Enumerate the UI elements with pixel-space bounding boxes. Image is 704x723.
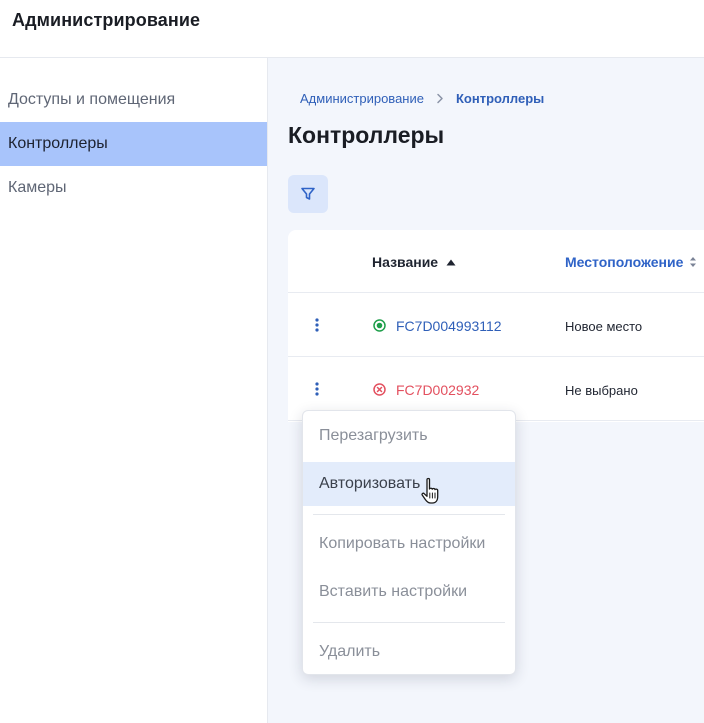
column-header-name[interactable]: Название <box>372 254 456 270</box>
row-actions-button[interactable] <box>310 379 324 399</box>
chevron-right-icon <box>436 93 444 104</box>
sidebar-item-cameras[interactable]: Камеры <box>0 166 267 210</box>
sort-toggle-icon <box>689 256 697 268</box>
row-context-menu: Перезагрузить Авторизовать Копировать на… <box>302 410 516 675</box>
table-row: FC7D004993112 Новое место <box>288 293 704 357</box>
hand-pointer-cursor-icon <box>420 477 444 507</box>
page-title: Контроллеры <box>288 122 445 148</box>
filter-button[interactable] <box>288 175 328 213</box>
controllers-table: Название Местоположение FC7D004993112 Но… <box>288 230 704 422</box>
controller-name-link[interactable]: FC7D004993112 <box>396 318 502 334</box>
status-online-icon <box>373 319 386 332</box>
menu-divider <box>313 514 505 515</box>
kebab-menu-icon <box>315 382 319 396</box>
breadcrumb: Администрирование Контроллеры <box>300 91 544 106</box>
controller-location: Новое место <box>565 319 643 334</box>
column-name-label: Название <box>372 254 439 270</box>
breadcrumb-parent-link[interactable]: Администрирование <box>300 91 424 106</box>
controller-name-link[interactable]: FC7D002932 <box>396 382 479 398</box>
menu-item-paste-settings[interactable]: Вставить настройки <box>303 570 515 614</box>
row-actions-button[interactable] <box>310 315 324 335</box>
menu-item-authorize[interactable]: Авторизовать <box>303 462 515 506</box>
menu-item-delete[interactable]: Удалить <box>303 630 515 674</box>
sort-ascending-icon <box>446 259 456 266</box>
menu-item-copy-settings[interactable]: Копировать настройки <box>303 522 515 566</box>
column-header-location[interactable]: Местоположение <box>565 254 697 270</box>
filter-icon <box>300 186 316 202</box>
status-error-icon <box>373 383 386 396</box>
top-bar: Администрирование <box>0 0 704 58</box>
sidebar-item-access[interactable]: Доступы и помещения <box>0 78 267 122</box>
table-header: Название Местоположение <box>288 230 704 293</box>
kebab-menu-icon <box>315 318 319 332</box>
controller-location: Не выбрано <box>565 383 638 398</box>
sidebar: Доступы и помещения Контроллеры Камеры <box>0 58 268 723</box>
column-location-label: Местоположение <box>565 254 684 270</box>
menu-item-reboot[interactable]: Перезагрузить <box>303 414 515 458</box>
sidebar-item-controllers[interactable]: Контроллеры <box>0 122 267 166</box>
breadcrumb-current: Контроллеры <box>455 91 545 106</box>
menu-divider <box>313 622 505 623</box>
app-title: Администрирование <box>12 10 201 30</box>
